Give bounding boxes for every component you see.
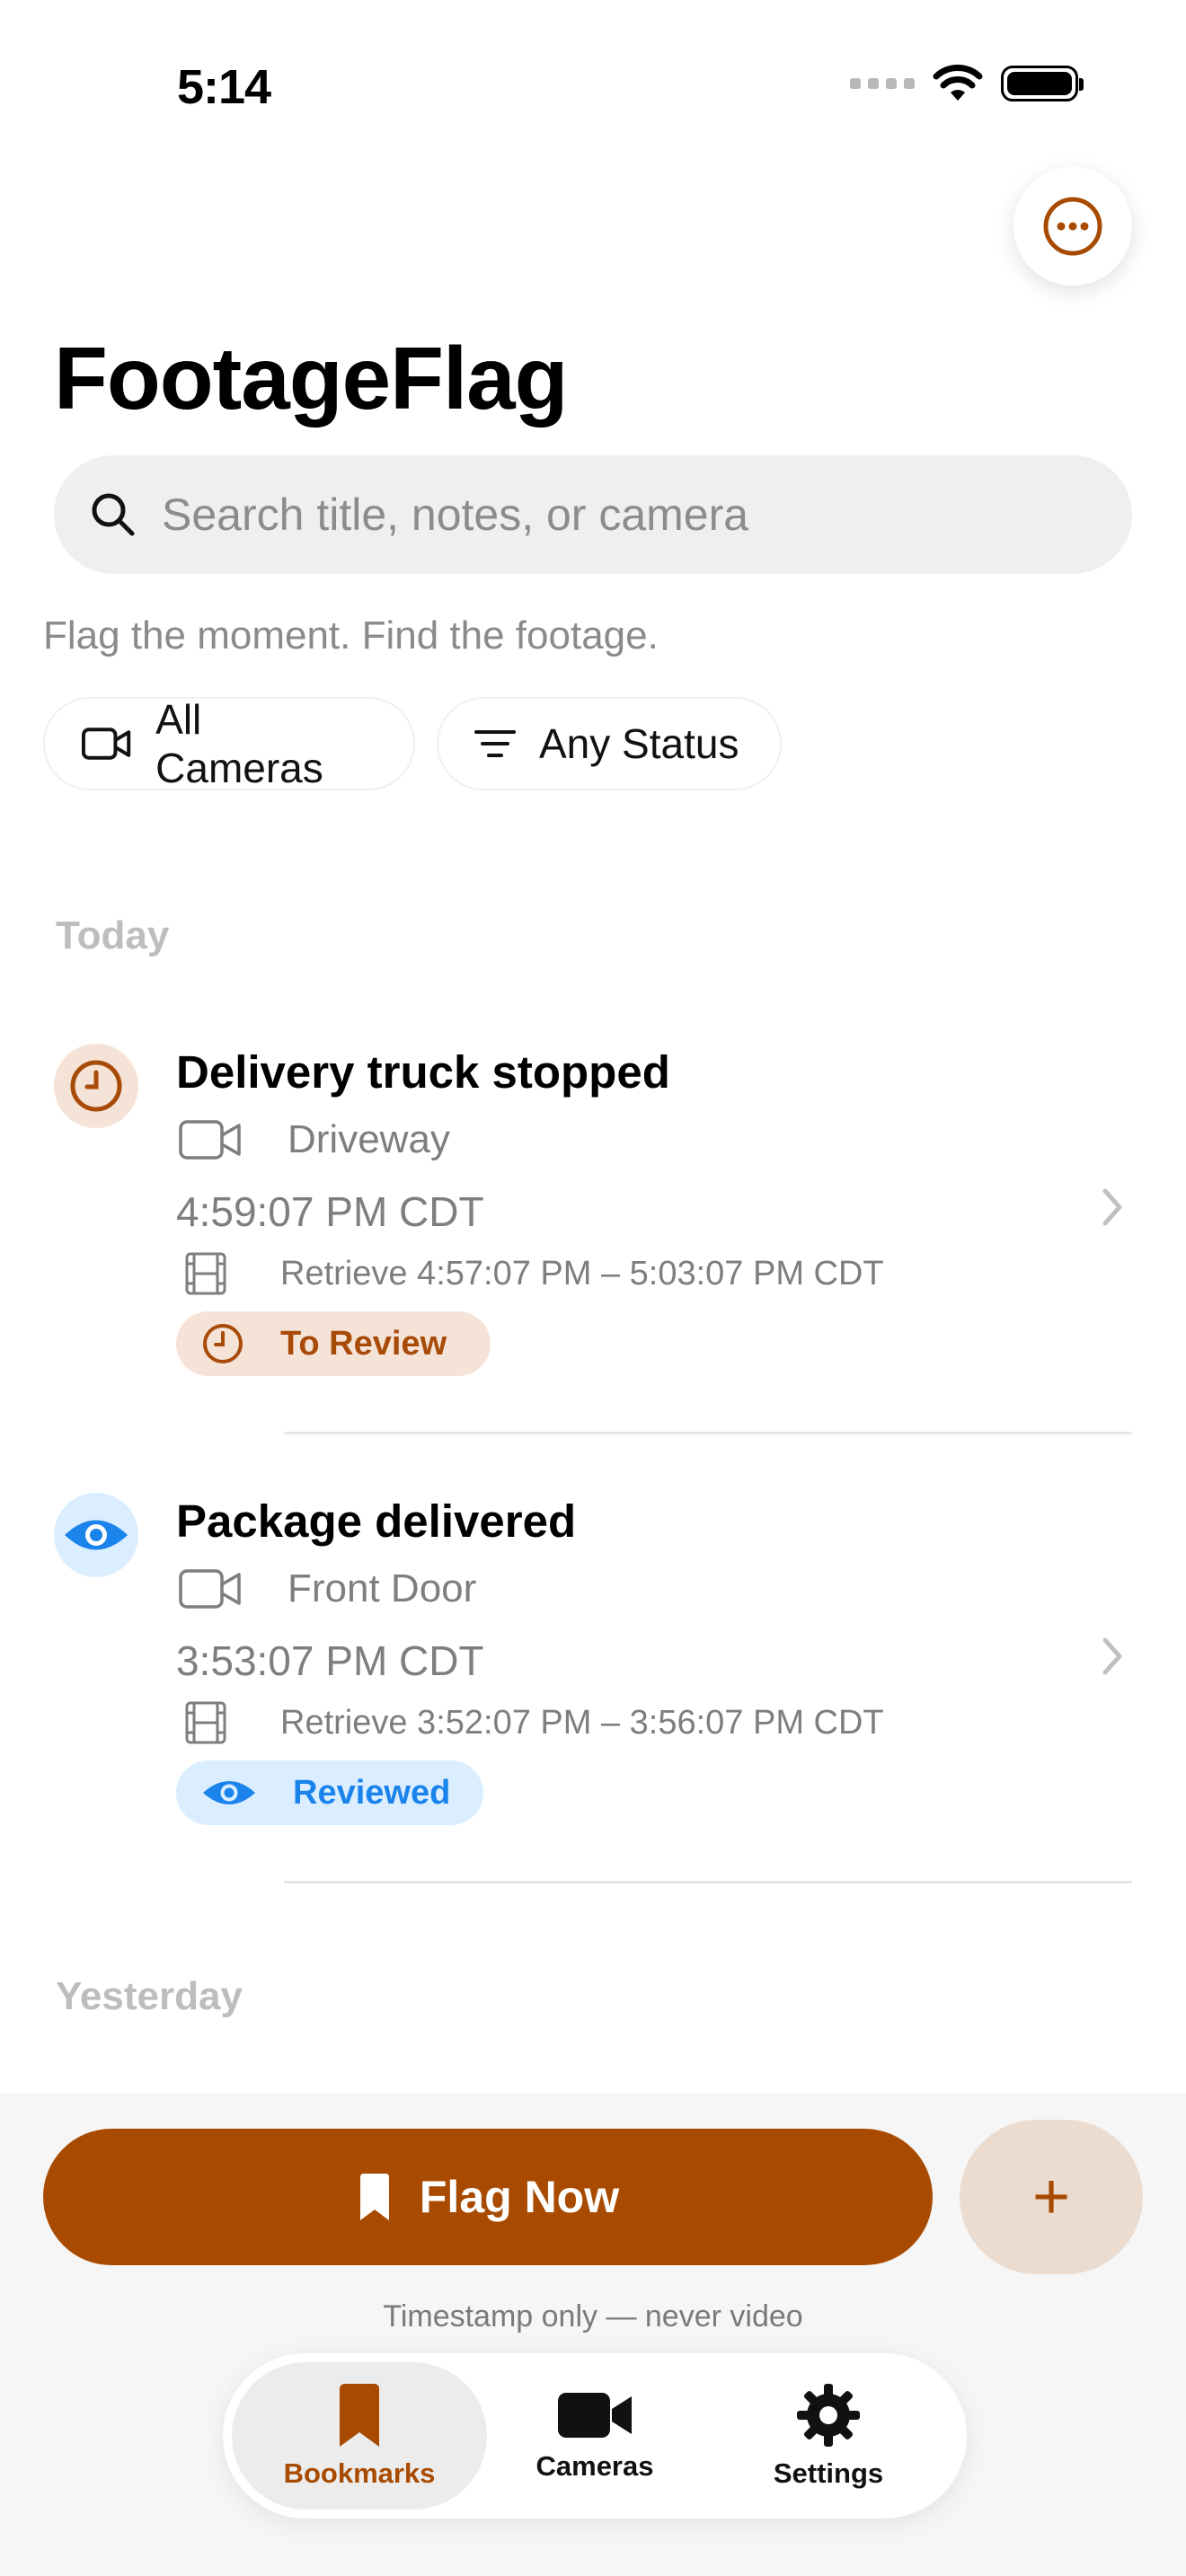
bookmark-row[interactable]: Delivery truck stopped Driveway 4:59:07 … <box>0 1024 1186 1383</box>
video-camera-icon <box>179 1569 241 1609</box>
film-icon <box>185 1252 226 1295</box>
section-header-yesterday: Yesterday <box>56 1974 243 2018</box>
flag-now-label: Flag Now <box>419 2172 620 2222</box>
eye-icon <box>203 1781 255 1804</box>
bookmark-camera-label: Driveway <box>288 1117 450 1161</box>
status-badge: Reviewed <box>176 1760 483 1825</box>
bookmark-retrieve: Retrieve 3:52:07 PM – 3:56:07 PM CDT <box>183 1699 884 1746</box>
clock-icon <box>54 1044 138 1128</box>
bookmark-camera: Driveway <box>178 1117 450 1162</box>
tab-bookmarks[interactable]: Bookmarks <box>232 2362 487 2510</box>
bookmark-camera: Front Door <box>178 1566 476 1611</box>
bookmark-time: 4:59:07 PM CDT <box>176 1188 484 1235</box>
more-options-button[interactable] <box>1013 167 1132 286</box>
bookmark-icon <box>359 2174 389 2220</box>
cellular-icon <box>850 78 915 89</box>
divider <box>284 1432 1132 1434</box>
tab-settings-label: Settings <box>773 2457 884 2489</box>
clock-icon <box>203 1324 243 1363</box>
bookmark-icon <box>340 2384 379 2447</box>
video-camera-icon <box>179 1120 241 1160</box>
bookmark-retrieve-label: Retrieve 3:52:07 PM – 3:56:07 PM CDT <box>280 1703 884 1742</box>
film-icon <box>185 1701 226 1744</box>
flag-now-button[interactable]: Flag Now <box>43 2129 933 2265</box>
tab-cameras[interactable]: Cameras <box>467 2362 722 2510</box>
footer-note: Timestamp only — never video <box>383 2299 803 2333</box>
chevron-right-icon <box>1100 1186 1125 1238</box>
camera-filter-label: All Cameras <box>155 696 323 791</box>
bookmark-camera-label: Front Door <box>288 1566 477 1610</box>
tab-settings[interactable]: Settings <box>701 2362 956 2510</box>
status-badge-label: Reviewed <box>293 1773 451 1812</box>
camera-filter-chip[interactable]: All Cameras <box>43 696 415 791</box>
add-bookmark-button[interactable]: + <box>960 2120 1143 2274</box>
divider <box>284 1881 1132 1883</box>
gear-icon <box>797 2384 860 2447</box>
tab-cameras-label: Cameras <box>535 2450 654 2482</box>
bookmark-title: Delivery truck stopped <box>176 1046 670 1098</box>
tagline: Flag the moment. Find the footage. <box>43 613 659 657</box>
bookmark-title: Package delivered <box>176 1495 577 1547</box>
bookmark-retrieve: Retrieve 4:57:07 PM – 5:03:07 PM CDT <box>183 1250 884 1297</box>
status-badge: To Review <box>176 1311 491 1376</box>
status-filter-chip[interactable]: Any Status <box>437 697 782 790</box>
search-input[interactable] <box>160 488 1062 542</box>
status-badge-label: To Review <box>280 1324 447 1363</box>
tab-bookmarks-label: Bookmarks <box>283 2457 436 2489</box>
search-icon <box>92 493 135 536</box>
video-camera-icon <box>558 2393 632 2438</box>
section-header-today: Today <box>56 913 170 957</box>
status-time: 5:14 <box>177 60 271 114</box>
eye-icon <box>54 1493 138 1577</box>
plus-icon: + <box>1031 2161 1071 2233</box>
video-camera-icon <box>81 728 131 760</box>
bookmark-time: 3:53:07 PM CDT <box>176 1637 484 1684</box>
chevron-right-icon <box>1100 1635 1125 1687</box>
filter-lines-icon <box>474 730 516 757</box>
bookmark-row[interactable]: Package delivered Front Door 3:53:07 PM … <box>0 1473 1186 1832</box>
ellipsis-circle-icon <box>1043 197 1102 256</box>
search-bar[interactable] <box>54 455 1132 574</box>
status-filter-label: Any Status <box>539 720 739 767</box>
wifi-icon <box>933 65 983 101</box>
page-title: FootageFlag <box>54 329 569 428</box>
bookmark-retrieve-label: Retrieve 4:57:07 PM – 5:03:07 PM CDT <box>280 1254 884 1292</box>
status-icons <box>850 65 1084 102</box>
battery-icon <box>1001 66 1084 101</box>
